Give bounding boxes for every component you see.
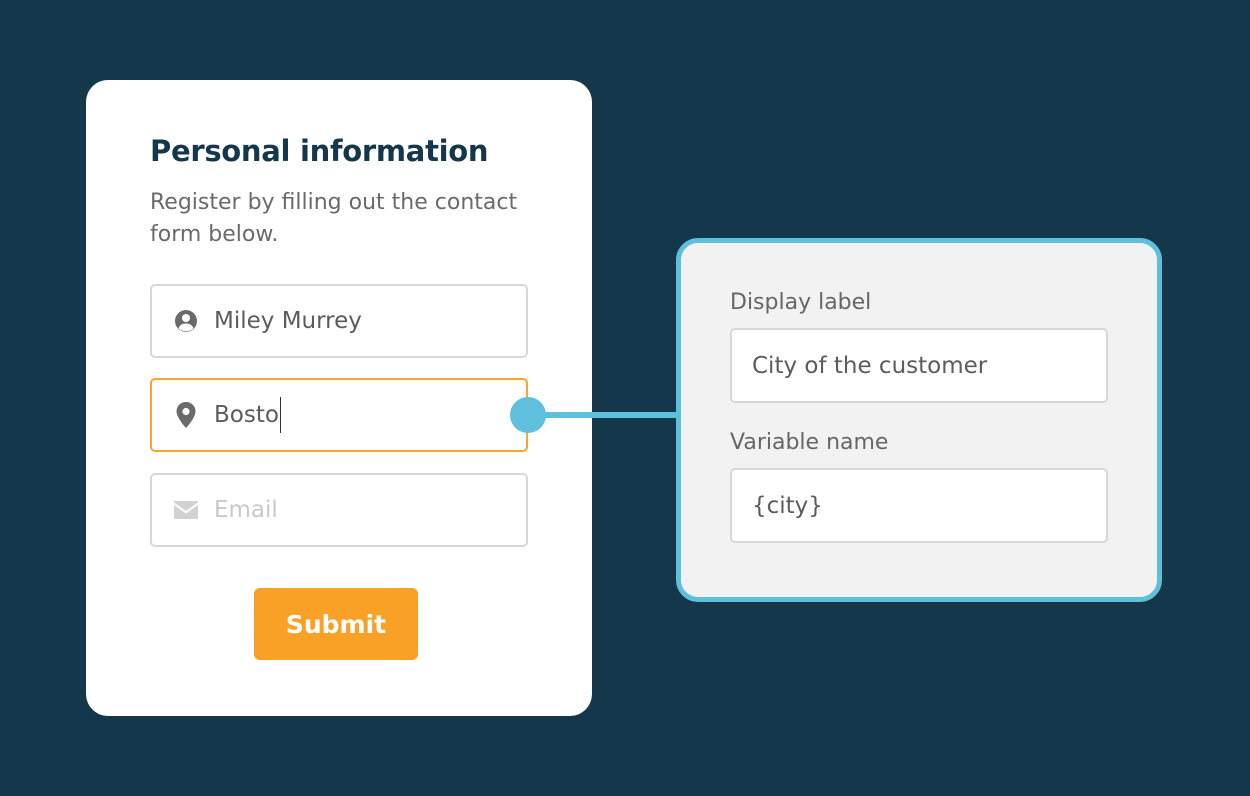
form-title: Personal information	[150, 134, 489, 168]
user-circle-icon	[174, 309, 198, 333]
submit-button[interactable]: Submit	[254, 588, 418, 660]
display-label-input[interactable]	[730, 328, 1108, 403]
name-field[interactable]: Miley Murrey	[150, 284, 528, 358]
city-field-text: Bosto	[214, 402, 279, 428]
variable-name-input[interactable]	[730, 468, 1108, 543]
name-field-value: Miley Murrey	[214, 308, 362, 334]
text-caret	[279, 397, 282, 433]
personal-info-form-card: Personal information Register by filling…	[86, 80, 592, 716]
envelope-icon	[174, 498, 198, 522]
city-field-value: Bosto	[214, 397, 282, 433]
form-subtitle: Register by filling out the contact form…	[150, 190, 518, 247]
connector-dot	[510, 397, 546, 433]
map-marker-icon	[174, 402, 198, 428]
email-field[interactable]: Email	[150, 473, 528, 547]
connector-line	[528, 412, 680, 418]
field-settings-panel: Display label Variable name	[676, 238, 1162, 602]
email-placeholder: Email	[214, 497, 278, 523]
variable-name-title: Variable name	[730, 430, 889, 455]
city-field[interactable]: Bosto	[150, 378, 528, 452]
display-label-title: Display label	[730, 290, 872, 315]
